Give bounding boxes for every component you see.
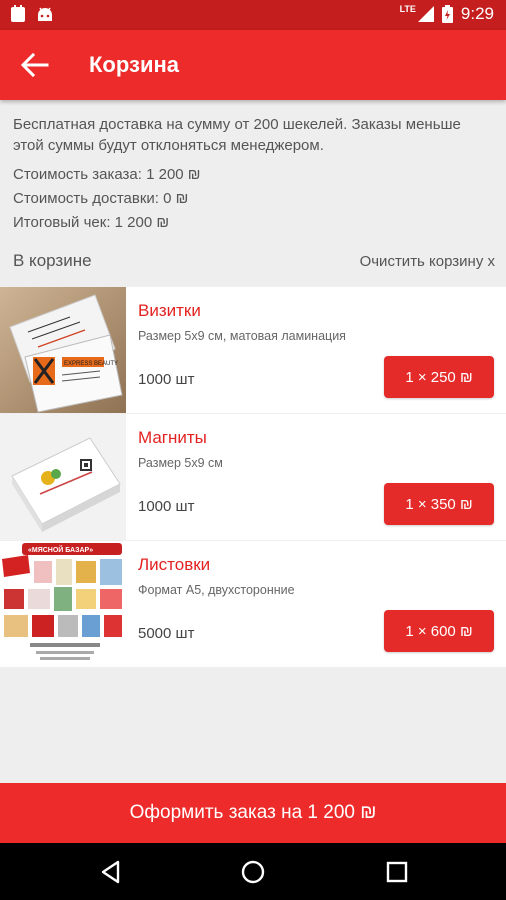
cart-item[interactable]: «МЯСНОЙ БАЗАР» Листовки Формат А5, двухс… xyxy=(0,541,506,667)
checkout-button[interactable]: Оформить заказ на 1 200 ₪ xyxy=(0,783,506,843)
delivery-cost: Стоимость доставки: 0 ₪ xyxy=(13,190,189,207)
cart-item[interactable]: Магниты Размер 5х9 см 1000 шт 1 × 350 ₪ xyxy=(0,414,506,540)
order-total: Итоговый чек: 1 200 ₪ xyxy=(13,214,170,231)
signal-icon xyxy=(417,6,434,22)
cart-item[interactable]: EXPRESS BEAUTY Визитки Размер 5х9 см, ма… xyxy=(0,287,506,413)
item-name: Магниты xyxy=(138,428,207,447)
item-quantity: 5000 шт xyxy=(138,625,195,642)
item-description: Размер 5х9 см xyxy=(138,456,223,470)
app-bar: Корзина xyxy=(0,30,506,100)
product-image: «МЯСНОЙ БАЗАР» xyxy=(0,541,126,667)
product-image-caption: «МЯСНОЙ БАЗАР» xyxy=(28,545,93,554)
item-description: Формат А5, двухсторонние xyxy=(138,583,295,597)
cart-label: В корзине xyxy=(13,251,92,270)
cart-header: В корзине Очистить корзину x xyxy=(13,251,495,271)
navigation-bar xyxy=(0,843,506,900)
product-image: EXPRESS BEAUTY xyxy=(0,287,126,413)
product-image xyxy=(0,414,126,540)
android-icon xyxy=(38,7,52,21)
network-type: LTE xyxy=(399,4,416,14)
clock: 9:29 xyxy=(460,4,494,23)
item-description: Размер 5х9 см, матовая ламинация xyxy=(138,329,346,343)
clear-cart-button[interactable]: Очистить корзину x xyxy=(360,253,495,270)
page-title: Корзина xyxy=(89,52,179,77)
app-notification-icon xyxy=(11,5,25,22)
item-name: Визитки xyxy=(138,301,201,320)
nav-back-icon[interactable] xyxy=(98,859,124,885)
item-name: Листовки xyxy=(138,555,211,574)
item-price-button[interactable]: 1 × 600 ₪ xyxy=(384,610,494,652)
delivery-notice: Бесплатная доставка на сумму от 200 шеке… xyxy=(13,116,461,154)
order-summary: Бесплатная доставка на сумму от 200 шеке… xyxy=(13,114,495,235)
item-price-button[interactable]: 1 × 350 ₪ xyxy=(384,483,494,525)
arrow-back-icon[interactable] xyxy=(20,52,50,78)
item-quantity: 1000 шт xyxy=(138,498,195,515)
order-cost: Стоимость заказа: 1 200 ₪ xyxy=(13,166,201,183)
nav-home-icon[interactable] xyxy=(240,859,266,885)
battery-charging-icon xyxy=(441,5,453,23)
item-price-button[interactable]: 1 × 250 ₪ xyxy=(384,356,494,398)
item-quantity: 1000 шт xyxy=(138,371,195,388)
product-image-caption: EXPRESS BEAUTY xyxy=(64,361,118,367)
nav-recents-icon[interactable] xyxy=(384,859,410,885)
status-bar: LTE 9:29 xyxy=(0,0,506,30)
